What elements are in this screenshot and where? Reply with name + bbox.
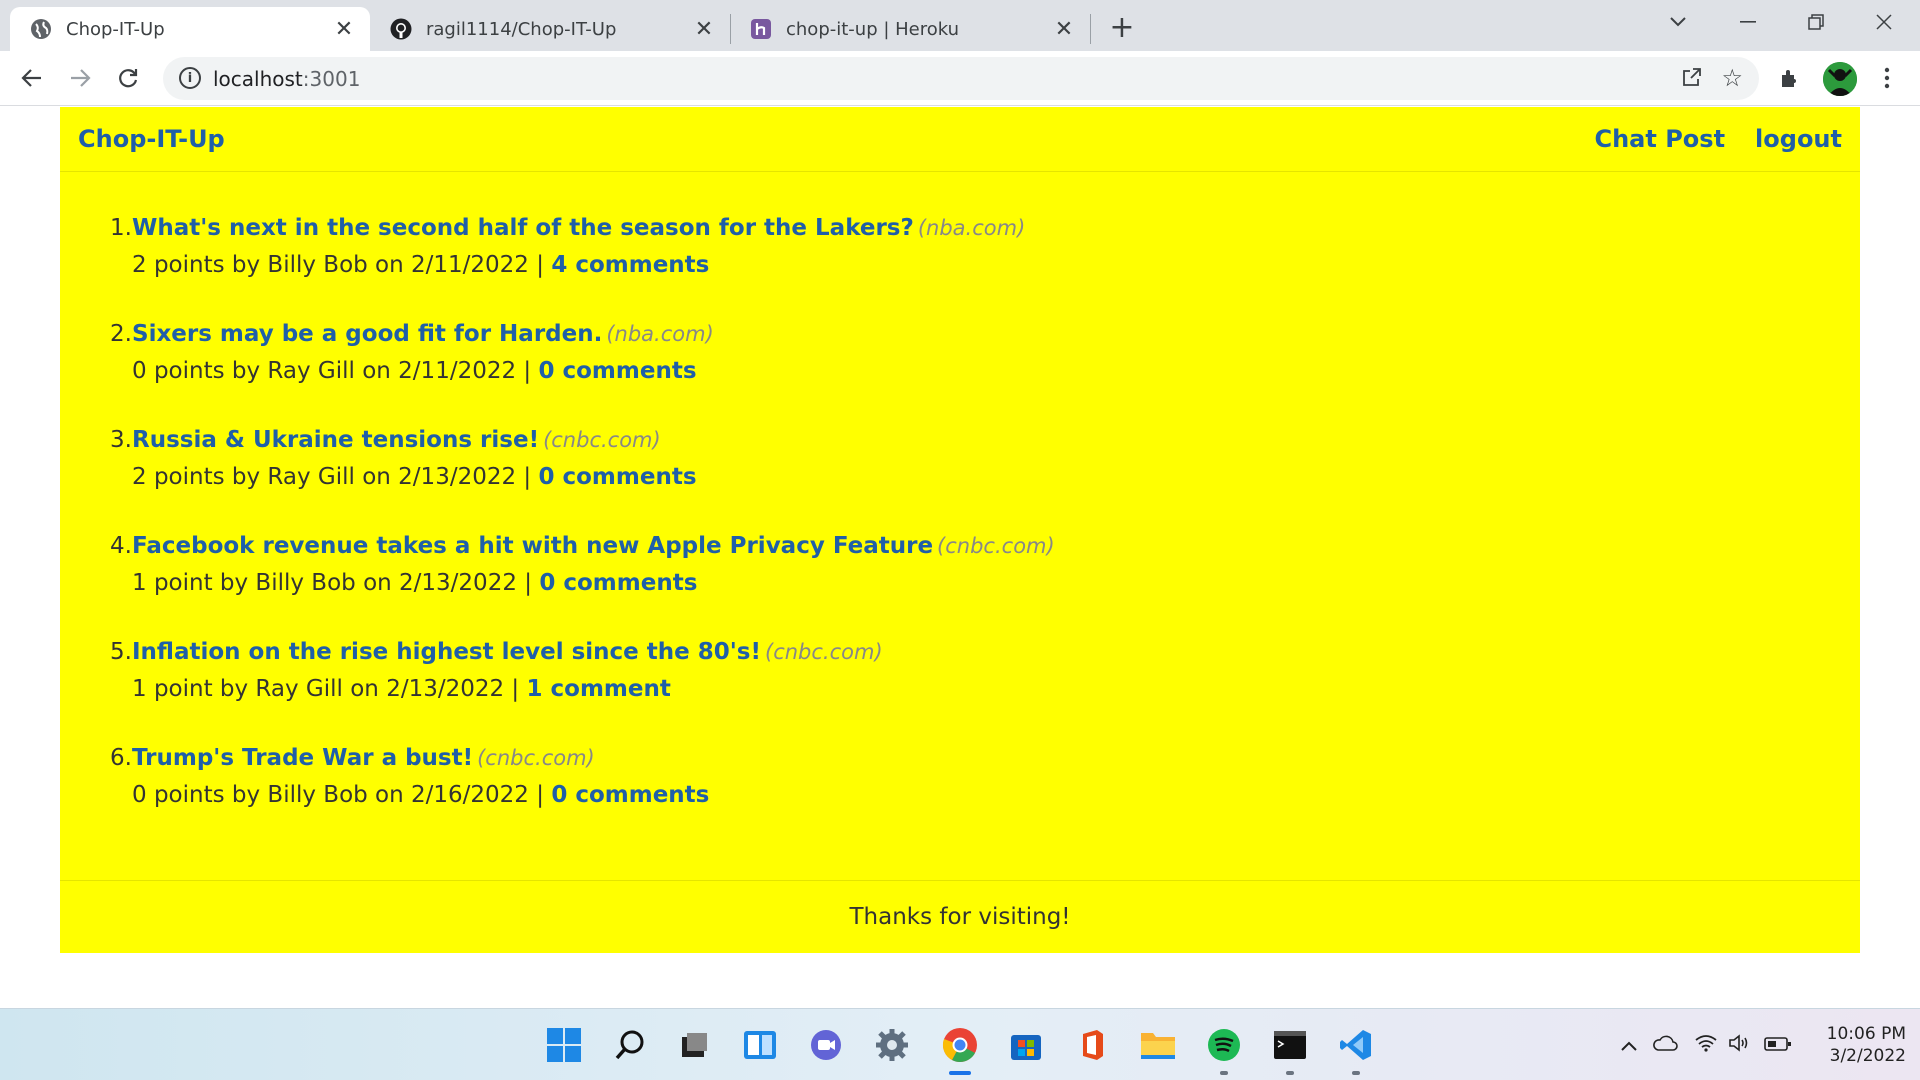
close-window-icon[interactable] (1850, 0, 1918, 44)
close-tab-icon[interactable]: ✕ (692, 17, 716, 42)
bookmark-star-icon[interactable]: ☆ (1721, 64, 1743, 92)
tab-title: chop-it-up | Heroku (786, 18, 960, 40)
browser-menu-icon[interactable] (1870, 61, 1904, 95)
story-number: 3. (110, 427, 132, 453)
profile-avatar[interactable] (1823, 62, 1857, 96)
url-text: localhost:3001 (213, 67, 361, 91)
widgets-icon[interactable] (740, 1025, 780, 1065)
clock-date: 3/2/2022 (1829, 1046, 1906, 1066)
github-icon (390, 18, 412, 40)
office-icon[interactable] (1072, 1025, 1112, 1065)
taskbar-clock[interactable]: 10:06 PM 3/2/2022 (1806, 1023, 1906, 1067)
site-container: Chop-IT-Up Chat Post logout 1. What's ne… (60, 107, 1860, 953)
tab-search-chevron-icon[interactable] (1644, 0, 1712, 44)
story-title-link[interactable]: Trump's Trade War a bust! (132, 745, 473, 771)
tab-chop-it-up[interactable]: Chop-IT-Up ✕ (10, 7, 370, 51)
address-bar[interactable]: i localhost:3001 ☆ (163, 57, 1759, 100)
story-meta: 1 point by Billy Bob on 2/13/2022 | (132, 570, 540, 596)
spotify-icon[interactable] (1204, 1025, 1244, 1065)
site-header: Chop-IT-Up Chat Post logout (60, 107, 1860, 172)
wifi-icon[interactable] (1694, 1033, 1718, 1057)
task-view-icon[interactable] (674, 1025, 714, 1065)
story-number: 5. (110, 639, 132, 665)
browser-tab-strip: Chop-IT-Up ✕ ragil1114/Chop-IT-Up ✕ chop… (0, 0, 1920, 51)
story-domain: (nba.com) (606, 322, 714, 346)
story-title-link[interactable]: Inflation on the rise highest level sinc… (132, 639, 761, 665)
comments-link[interactable]: 0 comments (551, 782, 709, 808)
story-domain: (cnbc.com) (765, 640, 883, 664)
story-meta: 1 point by Ray Gill on 2/13/2022 | (132, 676, 527, 702)
file-explorer-icon[interactable] (1138, 1025, 1178, 1065)
volume-icon[interactable] (1728, 1033, 1752, 1057)
tab-github[interactable]: ragil1114/Chop-IT-Up ✕ (370, 7, 730, 51)
tab-heroku[interactable]: chop-it-up | Heroku ✕ (730, 7, 1090, 51)
microsoft-store-icon[interactable] (1006, 1025, 1046, 1065)
browser-toolbar: i localhost:3001 ☆ (0, 51, 1920, 106)
story-title-link[interactable]: What's next in the second half of the se… (132, 215, 914, 241)
story-number: 4. (110, 533, 132, 559)
brand-link[interactable]: Chop-IT-Up (78, 125, 225, 153)
restore-icon[interactable] (1782, 0, 1850, 44)
comments-link[interactable]: 0 comments (539, 570, 697, 596)
teams-chat-icon[interactable] (806, 1025, 846, 1065)
share-icon[interactable] (1681, 66, 1703, 94)
story-title-link[interactable]: Sixers may be a good fit for Harden. (132, 321, 602, 347)
logout-link[interactable]: logout (1755, 125, 1842, 153)
story-meta: 0 points by Billy Bob on 2/16/2022 | (132, 782, 552, 808)
site-nav: Chat Post logout (1594, 125, 1842, 153)
tab-title: Chop-IT-Up (66, 18, 165, 40)
terminal-icon[interactable] (1270, 1025, 1310, 1065)
onedrive-cloud-icon[interactable] (1652, 1033, 1678, 1057)
heroku-icon (750, 18, 772, 40)
forward-arrow-icon[interactable] (62, 60, 98, 96)
site-footer: Thanks for visiting! (60, 880, 1860, 953)
site-info-icon[interactable]: i (179, 67, 201, 89)
vscode-icon[interactable] (1336, 1025, 1376, 1065)
story-meta: 2 points by Ray Gill on 2/13/2022 | (132, 464, 539, 490)
running-indicator (1286, 1071, 1294, 1075)
story-number: 6. (110, 745, 132, 771)
comments-link[interactable]: 1 comment (527, 676, 671, 702)
settings-gear-icon[interactable] (872, 1025, 912, 1065)
story-meta: 2 points by Billy Bob on 2/11/2022 | (132, 252, 552, 278)
close-tab-icon[interactable]: ✕ (1052, 17, 1076, 42)
chrome-active-indicator (949, 1071, 971, 1075)
story-domain: (cnbc.com) (543, 428, 661, 452)
comments-link[interactable]: 0 comments (538, 464, 696, 490)
running-indicator (1220, 1071, 1228, 1075)
tab-separator (1090, 14, 1091, 44)
taskbar: 10:06 PM 3/2/2022 (0, 1008, 1920, 1080)
chrome-icon[interactable] (940, 1025, 980, 1065)
story-meta: 0 points by Ray Gill on 2/11/2022 | (132, 358, 539, 384)
story-number: 2. (110, 321, 132, 347)
story-title-link[interactable]: Facebook revenue takes a hit with new Ap… (132, 533, 933, 559)
reload-icon[interactable] (110, 60, 146, 96)
minimize-icon[interactable] (1714, 0, 1782, 44)
story-domain: (cnbc.com) (937, 534, 1055, 558)
story-number: 1. (110, 215, 132, 241)
search-icon[interactable] (610, 1025, 650, 1065)
running-indicator (1352, 1071, 1360, 1075)
windows-start-icon[interactable] (544, 1025, 584, 1065)
story-domain: (cnbc.com) (477, 746, 595, 770)
back-arrow-icon[interactable] (14, 60, 50, 96)
web-page: Chop-IT-Up Chat Post logout 1. What's ne… (0, 107, 1920, 1007)
comments-link[interactable]: 0 comments (538, 358, 696, 384)
comments-link[interactable]: 4 comments (551, 252, 709, 278)
battery-icon[interactable] (1764, 1033, 1792, 1057)
tab-title: ragil1114/Chop-IT-Up (426, 18, 617, 40)
story-title-link[interactable]: Russia & Ukraine tensions rise! (132, 427, 539, 453)
extensions-puzzle-icon[interactable] (1773, 61, 1807, 95)
globe-icon (30, 18, 52, 40)
show-hidden-icons-chevron-icon[interactable] (1620, 1033, 1638, 1057)
clock-time: 10:06 PM (1826, 1024, 1906, 1044)
new-tab-button[interactable]: + (1105, 10, 1139, 45)
story-domain: (nba.com) (917, 216, 1026, 240)
chat-post-link[interactable]: Chat Post (1594, 125, 1725, 153)
close-tab-icon[interactable]: ✕ (332, 17, 356, 42)
